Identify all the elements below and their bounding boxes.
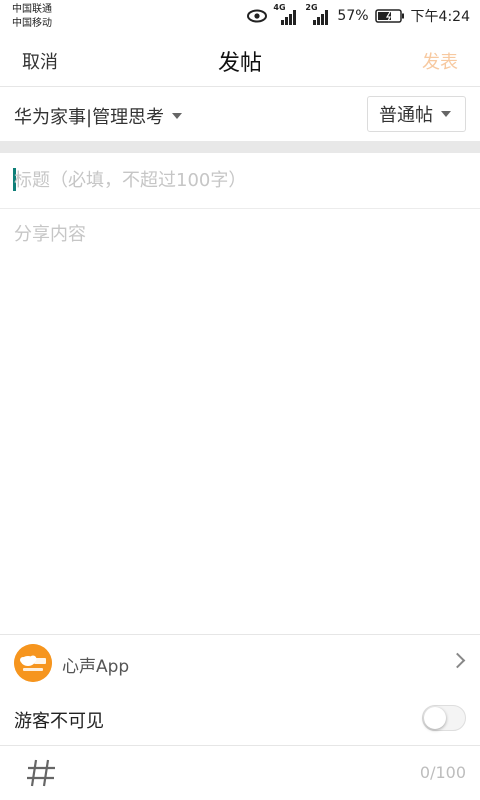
source-app-name: 心声App: [62, 657, 130, 677]
carrier-info: 中国联通 中国移动: [12, 3, 52, 31]
post-type-selector[interactable]: 普通帖: [367, 96, 466, 132]
caret-down-icon: [441, 111, 451, 117]
hash-icon[interactable]: [24, 756, 58, 790]
guest-invisible-toggle[interactable]: [422, 705, 466, 731]
board-row: 华为家事|管理思考 普通帖: [0, 87, 480, 141]
section-divider: [0, 141, 480, 153]
chevron-right-icon: [449, 652, 466, 669]
guest-visibility-row: 游客不可见: [0, 690, 480, 746]
board-name: 华为家事|管理思考: [14, 107, 165, 128]
toggle-knob: [424, 707, 446, 729]
content-input[interactable]: [14, 220, 464, 620]
caret-down-icon: [172, 113, 183, 119]
char-counter: 0/100: [419, 763, 466, 782]
title-row: [0, 153, 480, 209]
status-bar: 中国联通 中国移动 4G 2G 57% 下午4:24: [0, 0, 480, 34]
signal-4g-label: 4G: [273, 3, 286, 12]
bottom-toolbar: 0/100: [0, 746, 480, 800]
app-logo-icon: [14, 644, 52, 682]
post-type-label: 普通帖: [379, 105, 433, 126]
battery-percent: 57%: [337, 8, 369, 24]
battery-icon: [374, 8, 405, 24]
signal-2g-label: 2G: [305, 3, 318, 12]
guest-label: 游客不可见: [14, 711, 104, 732]
page-title: 发帖: [217, 51, 262, 76]
source-row[interactable]: 心声App: [0, 634, 480, 691]
status-icons: 4G 2G 57% 下午4:24: [247, 3, 470, 26]
clock: 下午4:24: [410, 9, 470, 25]
signal-4g-icon: 4G: [273, 3, 299, 26]
signal-2g-icon: 2G: [305, 3, 331, 26]
top-nav: 取消 发帖 发表: [0, 34, 480, 87]
eye-comfort-icon: [247, 9, 268, 23]
title-input[interactable]: [14, 163, 454, 197]
publish-button[interactable]: 发表: [422, 48, 458, 74]
carrier-1: 中国联通: [12, 4, 52, 15]
board-selector[interactable]: 华为家事|管理思考: [14, 103, 183, 129]
carrier-2: 中国移动: [12, 18, 52, 29]
